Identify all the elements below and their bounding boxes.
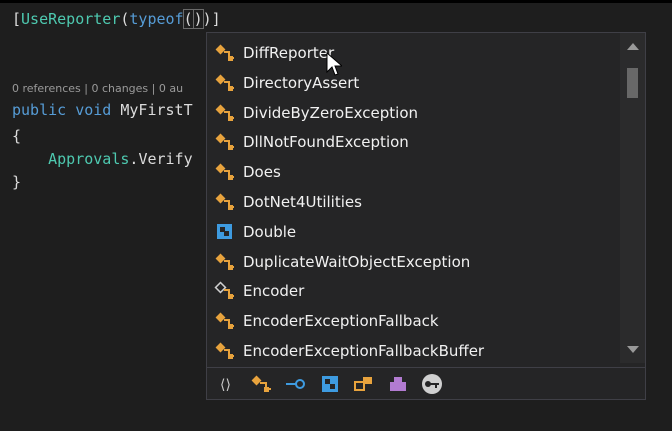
interface-filter-button[interactable] — [283, 372, 309, 396]
code-line-brace-close[interactable]: } — [12, 172, 21, 192]
class-icon — [207, 157, 243, 187]
namespace-filter-icon: ⟨⟩ — [220, 377, 231, 392]
abstract-class-icon — [207, 276, 243, 306]
code-line-attribute[interactable]: [UseReporter(typeof())] — [12, 9, 221, 29]
completion-item-label: EncoderExceptionFallback — [243, 312, 439, 331]
completion-item[interactable]: DivideByZeroException — [207, 98, 617, 128]
struct-filter-icon — [322, 375, 338, 392]
codelens[interactable]: 0 references | 0 changes | 0 au — [12, 82, 183, 95]
completion-scrollbar[interactable] — [620, 33, 645, 363]
completion-item[interactable]: EncoderExceptionFallbackBuffer — [207, 336, 617, 363]
scroll-thumb[interactable] — [627, 68, 638, 98]
class-filter-icon — [251, 375, 271, 392]
class-icon — [207, 187, 243, 217]
class-icon — [207, 127, 243, 157]
completion-item[interactable]: Encoder — [207, 276, 617, 306]
interface-filter-icon — [286, 378, 305, 389]
code-line-verify[interactable]: Approvals.Verify — [12, 149, 193, 169]
completion-item-label: Encoder — [243, 282, 305, 301]
completion-list[interactable]: DiffReporter DirectoryAssert DivideByZeroE… — [207, 33, 619, 363]
verify-method: Verify — [138, 150, 193, 168]
completion-item[interactable]: DiffReporter — [207, 38, 617, 68]
mouse-pointer-icon — [326, 52, 342, 76]
attribute-close: )] — [202, 10, 221, 28]
class-icon — [207, 68, 243, 98]
completion-item[interactable]: DllNotFoundException — [207, 127, 617, 157]
paren-close-highlight: ) — [192, 9, 204, 29]
completion-popup[interactable]: DiffReporter DirectoryAssert DivideByZeroE… — [206, 32, 646, 400]
editor-top-border — [0, 0, 672, 3]
completion-filter-bar: ⟨⟩ — [207, 367, 645, 399]
approvals-class: Approvals — [48, 150, 130, 168]
completion-item[interactable]: Double — [207, 217, 617, 247]
code-line-brace-open[interactable]: { — [12, 126, 21, 146]
enum-filter-icon — [354, 376, 372, 391]
completion-item-label: DiffReporter — [243, 44, 335, 62]
delegate-filter-button[interactable] — [385, 372, 411, 396]
namespace-filter-button[interactable]: ⟨⟩ — [215, 372, 241, 396]
completion-item-label: EncoderExceptionFallbackBuffer — [243, 342, 485, 360]
delegate-filter-icon — [390, 376, 406, 391]
keyword-filter-icon — [422, 373, 442, 394]
completion-item[interactable]: DuplicateWaitObjectException — [207, 247, 617, 277]
svg-text:⟨⟩: ⟨⟩ — [220, 377, 231, 392]
class-icon — [207, 98, 243, 128]
paren-open-highlight: ( — [182, 9, 194, 29]
method-name: MyFirstT — [120, 101, 193, 119]
completion-item-label: DivideByZeroException — [243, 103, 419, 122]
typeof-keyword: typeof — [129, 10, 184, 28]
code-line-method[interactable]: public void MyFirstT — [12, 100, 193, 120]
class-filter-button[interactable] — [249, 372, 275, 396]
scroll-down-button[interactable] — [620, 338, 645, 360]
void-keyword: void — [75, 101, 112, 119]
scroll-up-button[interactable] — [620, 35, 645, 57]
completion-item[interactable]: Does — [207, 157, 617, 187]
bracket-open: [ — [12, 10, 22, 28]
chevron-up-icon — [626, 42, 639, 50]
struct-filter-button[interactable] — [317, 372, 343, 396]
completion-item-label: DllNotFoundException — [243, 133, 409, 152]
completion-item-label: DuplicateWaitObjectException — [243, 252, 471, 271]
completion-item[interactable]: DotNet4Utilities — [207, 187, 617, 217]
struct-icon — [207, 217, 243, 247]
completion-item[interactable]: EncoderExceptionFallback — [207, 306, 617, 336]
class-icon — [207, 336, 243, 363]
public-keyword: public — [12, 101, 67, 119]
enum-filter-button[interactable] — [351, 372, 377, 396]
completion-item[interactable]: DirectoryAssert — [207, 68, 617, 98]
chevron-down-icon — [626, 345, 639, 353]
completion-item-label: Double — [243, 222, 297, 241]
completion-item-label: DotNet4Utilities — [243, 193, 362, 211]
completion-item-label: Does — [243, 163, 281, 182]
keyword-filter-button[interactable] — [419, 372, 445, 396]
class-icon — [207, 306, 243, 336]
class-icon — [207, 38, 243, 68]
attribute-name: UseReporter — [21, 10, 121, 28]
class-icon — [207, 247, 243, 277]
